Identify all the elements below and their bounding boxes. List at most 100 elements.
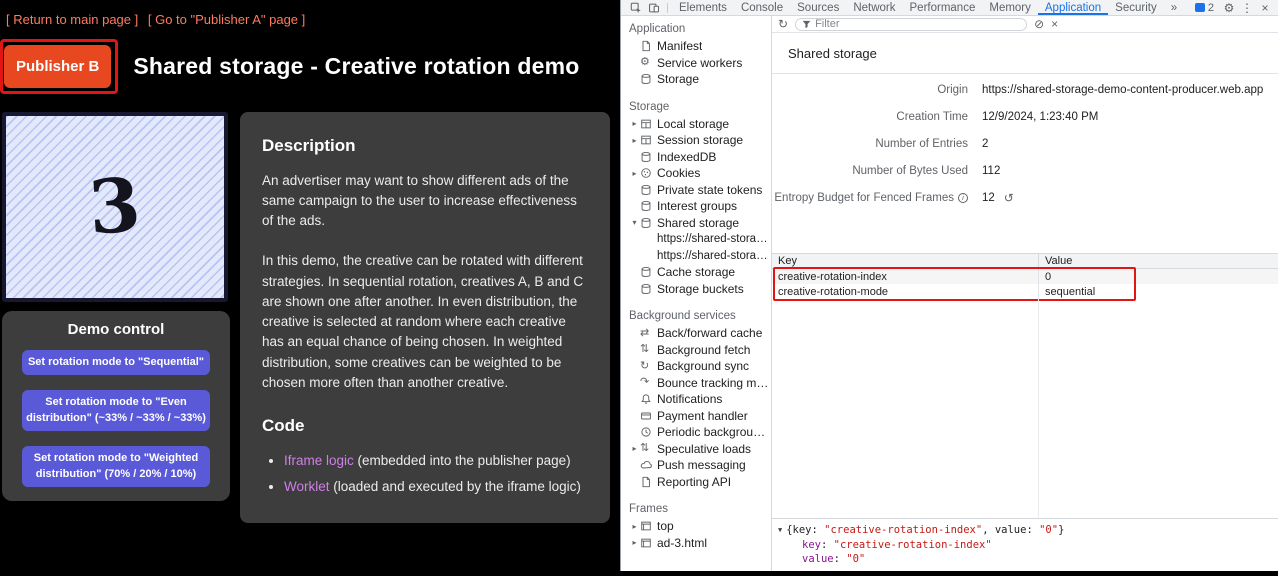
tab-sources[interactable]: Sources — [790, 0, 846, 15]
table-row[interactable]: creative-rotation-mode sequential — [772, 284, 1278, 299]
sidebar-item-storage-buckets[interactable]: Storage buckets — [621, 281, 771, 298]
clear-icon[interactable]: × — [1051, 18, 1058, 30]
console-messages-indicator[interactable]: 2 — [1195, 2, 1214, 14]
set-weighted-distribution-button[interactable]: Set rotation mode to "Weighted distribut… — [22, 446, 210, 487]
devtools-tabbar: Elements Console Sources Network Perform… — [621, 0, 1278, 16]
sidebar-item-service-workers[interactable]: ⚙Service workers — [621, 55, 771, 72]
return-main-page-link[interactable]: [ Return to main page ] — [6, 12, 138, 27]
tab-application[interactable]: Application — [1038, 0, 1108, 15]
sidebar-item-periodic-background-sync[interactable]: Periodic background s… — [621, 424, 771, 441]
page-title: Shared storage - Creative rotation demo — [133, 53, 579, 80]
sidebar-item-local-storage[interactable]: ▸Local storage — [621, 116, 771, 133]
settings-gear-icon[interactable]: ⚙ — [1220, 0, 1238, 15]
sidebar-item-push-messaging[interactable]: Push messaging — [621, 457, 771, 474]
meta-value: 12↺ — [982, 191, 1014, 205]
sidebar-item-background-sync[interactable]: ↻Background sync — [621, 358, 771, 375]
filter-input[interactable] — [815, 18, 1020, 30]
sidebar-item-indexeddb[interactable]: IndexedDB — [621, 149, 771, 166]
set-even-distribution-button[interactable]: Set rotation mode to "Even distribution"… — [22, 390, 210, 431]
close-devtools-icon[interactable]: × — [1256, 0, 1274, 15]
sidebar-item-notifications[interactable]: Notifications — [621, 391, 771, 408]
database-icon — [640, 200, 657, 212]
column-header-key[interactable]: Key — [772, 254, 1038, 268]
entry-key: creative-rotation-mode — [772, 284, 1038, 299]
more-tabs-chevron-icon[interactable]: » — [1164, 0, 1184, 15]
database-icon — [640, 184, 657, 196]
tab-security[interactable]: Security — [1108, 0, 1164, 15]
expand-arrow-icon[interactable]: ▼ — [778, 526, 782, 535]
expander-icon: ▸ — [629, 522, 640, 531]
meta-value: 2 — [982, 138, 988, 150]
list-item: Iframe logic (embedded into the publishe… — [284, 451, 588, 471]
publisher-a-page-link[interactable]: [ Go to "Publisher A" page ] — [148, 12, 305, 27]
worklet-link[interactable]: Worklet — [284, 479, 330, 494]
sidebar-item-shared-storage-origin-2[interactable]: https://shared-storage-d… — [621, 248, 771, 265]
tab-memory[interactable]: Memory — [982, 0, 1038, 15]
document-icon — [640, 40, 657, 52]
tab-console[interactable]: Console — [734, 0, 790, 15]
device-toolbar-icon[interactable] — [645, 0, 663, 15]
grid-empty-area — [772, 299, 1278, 518]
database-icon — [640, 283, 657, 295]
list-item-text: (embedded into the publisher page) — [354, 453, 571, 468]
document-icon — [640, 476, 657, 488]
sidebar-item-background-fetch[interactable]: ⇅Background fetch — [621, 342, 771, 359]
refresh-icon[interactable]: ↻ — [778, 18, 788, 30]
metadata-section: Originhttps://shared-storage-demo-conten… — [772, 74, 1278, 221]
tab-elements[interactable]: Elements — [672, 0, 734, 15]
sidebar-item-cache-storage[interactable]: Cache storage — [621, 264, 771, 281]
inspect-element-icon[interactable] — [627, 0, 645, 15]
code-heading: Code — [262, 413, 588, 439]
reset-budget-icon[interactable]: ↺ — [1004, 191, 1014, 205]
sidebar-item-reporting-api[interactable]: Reporting API — [621, 474, 771, 491]
sidebar-item-shared-storage[interactable]: ▾Shared storage — [621, 215, 771, 232]
sidebar-item-session-storage[interactable]: ▸Session storage — [621, 132, 771, 149]
expander-icon: ▸ — [629, 169, 640, 178]
sidebar-item-back-forward-cache[interactable]: ⇄Back/forward cache — [621, 325, 771, 342]
bottom-edge — [0, 571, 1278, 576]
meta-label: Number of Entries — [772, 138, 968, 150]
set-sequential-button[interactable]: Set rotation mode to "Sequential" — [22, 350, 210, 375]
page-content: 3 Demo control Set rotation mode to "Seq… — [0, 112, 620, 523]
sidebar-item-frame-ad3[interactable]: ▸ad-3.html — [621, 535, 771, 552]
devtools-window: Elements Console Sources Network Perform… — [620, 0, 1278, 576]
column-header-value[interactable]: Value — [1038, 254, 1278, 268]
filter-funnel-icon — [802, 20, 811, 29]
info-icon[interactable]: i — [958, 193, 968, 203]
bell-icon — [640, 393, 657, 405]
sidebar-item-interest-groups[interactable]: Interest groups — [621, 198, 771, 215]
tab-network[interactable]: Network — [846, 0, 902, 15]
pane-toolbar: ↻ ⊘ × — [772, 16, 1278, 33]
up-down-arrows-icon: ⇅ — [640, 344, 657, 355]
block-icon[interactable]: ⊘ — [1034, 18, 1044, 30]
sidebar-item-speculative-loads[interactable]: ▸⇅Speculative loads — [621, 441, 771, 458]
description-heading: Description — [262, 133, 588, 159]
sidebar-item-frame-top[interactable]: ▸top — [621, 518, 771, 535]
demo-control-panel: Demo control Set rotation mode to "Seque… — [2, 311, 230, 501]
kebab-menu-icon[interactable]: ⋮ — [1238, 0, 1256, 15]
table-row[interactable]: creative-rotation-index 0 — [772, 269, 1278, 284]
entry-preview-pane: ▼ {key: "creative-rotation-index", value… — [772, 518, 1278, 576]
expander-icon: ▸ — [629, 119, 640, 128]
expander-icon: ▾ — [629, 218, 640, 227]
entry-value: 0 — [1038, 269, 1278, 284]
sidebar-item-storage[interactable]: Storage — [621, 71, 771, 88]
meta-label: Origin — [772, 84, 968, 96]
page-header: Publisher B Shared storage - Creative ro… — [4, 45, 620, 88]
storage-entries-grid: Key Value creative-rotation-index 0 crea… — [772, 253, 1278, 518]
sidebar-item-private-state-tokens[interactable]: Private state tokens — [621, 182, 771, 199]
iframe-logic-link[interactable]: Iframe logic — [284, 453, 354, 468]
sidebar-item-bounce-tracking[interactable]: ↷Bounce tracking mitiga… — [621, 375, 771, 392]
tab-performance[interactable]: Performance — [903, 0, 983, 15]
creative-number: 3 — [86, 162, 143, 251]
application-sidebar: Application Manifest ⚙Service workers St… — [621, 16, 772, 576]
sidebar-item-cookies[interactable]: ▸Cookies — [621, 165, 771, 182]
demo-control-title: Demo control — [22, 321, 210, 338]
ad-creative-frame[interactable]: 3 — [2, 112, 228, 302]
sidebar-item-manifest[interactable]: Manifest — [621, 38, 771, 55]
left-column: 3 Demo control Set rotation mode to "Seq… — [2, 112, 230, 523]
sidebar-item-payment-handler[interactable]: Payment handler — [621, 408, 771, 425]
sidebar-item-shared-storage-origin-1[interactable]: https://shared-storage-d… — [621, 231, 771, 248]
meta-value: 12/9/2024, 1:23:40 PM — [982, 111, 1098, 123]
filter-box[interactable] — [795, 18, 1027, 31]
